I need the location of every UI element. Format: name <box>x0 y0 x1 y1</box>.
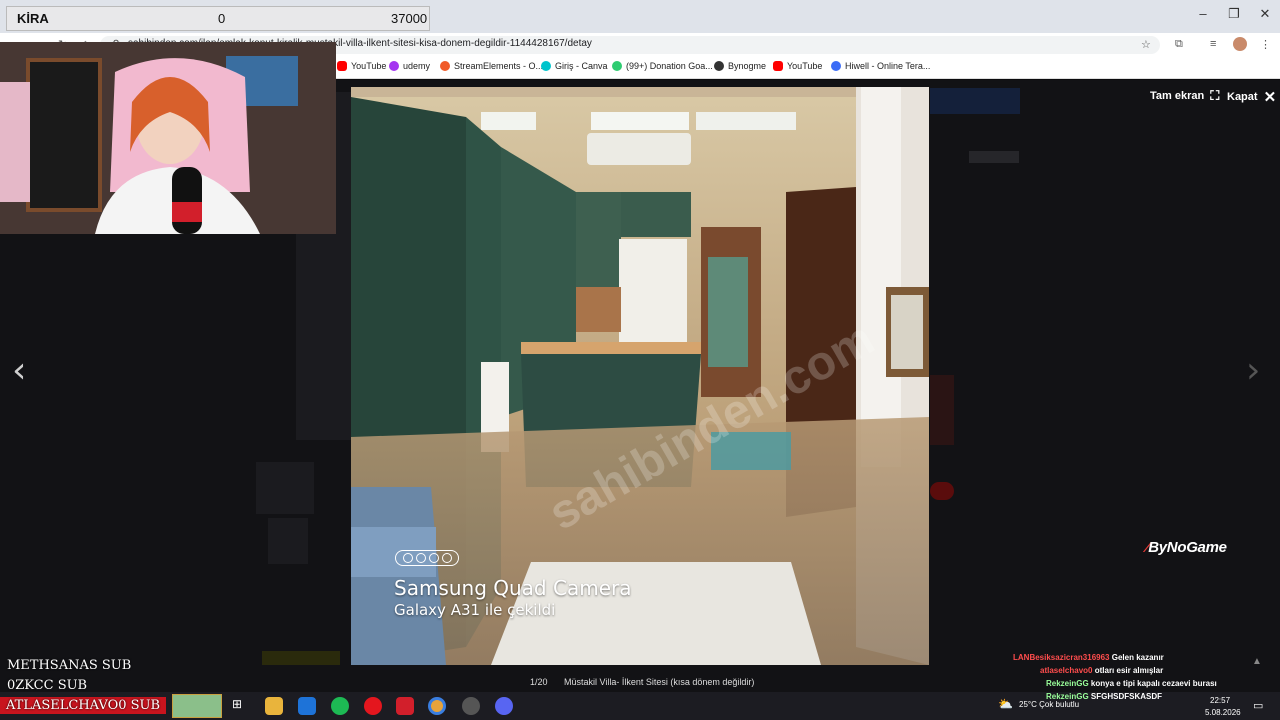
webcam-feed <box>0 42 336 234</box>
chat-text: otları esir almışlar <box>1094 666 1164 675</box>
bookmark-bynogme[interactable]: Bynogme <box>714 61 766 71</box>
menu-icon[interactable]: ⋮ <box>1260 38 1271 51</box>
bookmark-youtube-1[interactable]: YouTube <box>337 61 386 71</box>
hiwell-icon <box>831 61 841 71</box>
bookmark-label: StreamElements - O... <box>454 61 544 71</box>
bookmark-label: YouTube <box>351 61 387 71</box>
photo-counter: 1/20 <box>530 677 548 687</box>
rent-min: 0 <box>218 11 226 26</box>
close-lightbox-button[interactable]: Kapat ✕ <box>1227 88 1276 106</box>
obs-icon[interactable] <box>396 697 414 715</box>
notification-icon[interactable]: ▭ <box>1253 699 1263 712</box>
youtube-icon <box>337 61 347 71</box>
taskbar-thumbnail[interactable] <box>172 694 222 718</box>
sub-alert-3: ATLASELCHAVO0 SUB <box>0 697 167 714</box>
chat-message: LANBesiksazicran316963 Gelen kazanır <box>1013 653 1164 662</box>
chat-text: konya e tipi kapalı cezaevi burası <box>1090 679 1217 688</box>
bookmark-label: Bynogme <box>728 61 767 71</box>
fullscreen-icon: ⛶ <box>1210 88 1220 103</box>
dimmed-share-icons <box>969 151 1019 163</box>
rent-range-overlay: KİRA 0 37000 <box>6 6 430 31</box>
spotify-icon[interactable] <box>331 697 349 715</box>
profile-avatar[interactable] <box>1233 37 1247 51</box>
bynogme-icon <box>714 61 724 71</box>
dimmed-thumbnail-2 <box>268 518 308 564</box>
bookmark-label: (99+) Donation Goa... <box>626 61 713 71</box>
clock-date[interactable]: 5.08.2026 <box>1205 708 1241 717</box>
chat-message: RekzeinGG konya e tipi kapalı cezaevi bu… <box>1046 679 1217 688</box>
extensions-icon[interactable]: ⧉ <box>1175 38 1183 51</box>
camera-caption: Samsung Quad Camera <box>394 576 632 600</box>
sponsor-name: ByNoGame <box>1148 539 1227 556</box>
minimize-button[interactable]: – <box>1188 6 1218 21</box>
dimmed-button <box>930 88 1020 114</box>
bookmark-label: Giriş - Canva <box>555 61 608 71</box>
steam-icon[interactable] <box>462 697 480 715</box>
bookmark-udemy[interactable]: udemy <box>389 61 430 71</box>
sub-alert-1: METHSANAS SUB <box>7 658 132 673</box>
youtube-icon <box>773 61 783 71</box>
chat-text: SFGHSDFSKASDF <box>1090 692 1163 701</box>
discord-icon[interactable] <box>495 697 513 715</box>
bookmark-label: YouTube <box>787 61 823 71</box>
media-icon[interactable]: ≡ <box>1210 38 1216 50</box>
file-explorer-icon[interactable] <box>265 697 283 715</box>
bookmark-hiwell[interactable]: Hiwell - Online Tera... <box>831 61 930 71</box>
bookmark-star-icon[interactable]: ☆ <box>1141 38 1151 51</box>
bookmark-streamelements[interactable]: StreamElements - O... <box>440 61 543 71</box>
dimmed-thumbnail-1 <box>256 462 314 514</box>
close-window-button[interactable]: ✕ <box>1250 6 1280 22</box>
task-view-icon[interactable]: ⊞ <box>232 697 250 715</box>
chat-text: Gelen kazanır <box>1111 653 1164 662</box>
fullscreen-button[interactable]: Tam ekran ⛶ <box>1150 88 1219 104</box>
dimmed-ad-badge <box>930 482 954 500</box>
weather-text[interactable]: 25°C Çok bulutlu <box>1019 700 1079 709</box>
bookmark-label: Hiwell - Online Tera... <box>845 61 931 71</box>
donation-icon <box>612 61 622 71</box>
chrome-icon[interactable] <box>428 697 446 715</box>
bookmark-label: udemy <box>403 61 431 71</box>
scroll-up-icon[interactable]: ▲ <box>1252 656 1262 667</box>
chat-message: atlaselchavo0 otları esir almışlar <box>1040 666 1163 675</box>
restore-button[interactable]: ❐ <box>1219 6 1249 22</box>
chat-message: RekzeinGG SFGHSDFSKASDF <box>1046 692 1162 701</box>
dimmed-ad <box>930 375 954 445</box>
store-icon[interactable] <box>298 697 316 715</box>
streamelements-icon <box>440 61 450 71</box>
udemy-icon <box>389 61 399 71</box>
canva-icon <box>541 61 551 71</box>
chat-user: LANBesiksazicran316963 <box>1013 653 1110 662</box>
fullscreen-label: Tam ekran <box>1150 90 1205 102</box>
bookmark-youtube-2[interactable]: YouTube <box>773 61 822 71</box>
quad-camera-icon <box>395 550 459 566</box>
clock-time[interactable]: 22:57 <box>1210 696 1230 705</box>
previous-photo-arrow-icon[interactable]: ‹ <box>12 350 26 391</box>
bookmark-canva[interactable]: Giriş - Canva <box>541 61 608 71</box>
chat-user: atlaselchavo0 <box>1040 666 1093 675</box>
camera-subcaption: Galaxy A31 ile çekildi <box>394 601 556 619</box>
opera-icon[interactable] <box>364 697 382 715</box>
listing-title: Müstakil Villa- İlkent Sitesi (kısa döne… <box>564 677 755 687</box>
sub-alert-2: 0ZKCC SUB <box>7 678 88 693</box>
chat-user: RekzeinGG <box>1046 679 1089 688</box>
rent-label: KİRA <box>17 11 49 26</box>
dimmed-link <box>262 651 340 665</box>
close-icon: ✕ <box>1263 89 1277 106</box>
webcam-illustration <box>0 42 336 234</box>
bookmark-donation[interactable]: (99+) Donation Goa... <box>612 61 713 71</box>
close-label: Kapat <box>1227 91 1258 103</box>
next-photo-arrow-icon[interactable]: › <box>1246 350 1260 391</box>
weather-icon: ⛅ <box>998 697 1013 711</box>
rent-max: 37000 <box>391 11 428 26</box>
chat-user: RekzeinGG <box>1046 692 1089 701</box>
sponsor-logo: ⁄ByNoGame <box>1146 539 1227 556</box>
